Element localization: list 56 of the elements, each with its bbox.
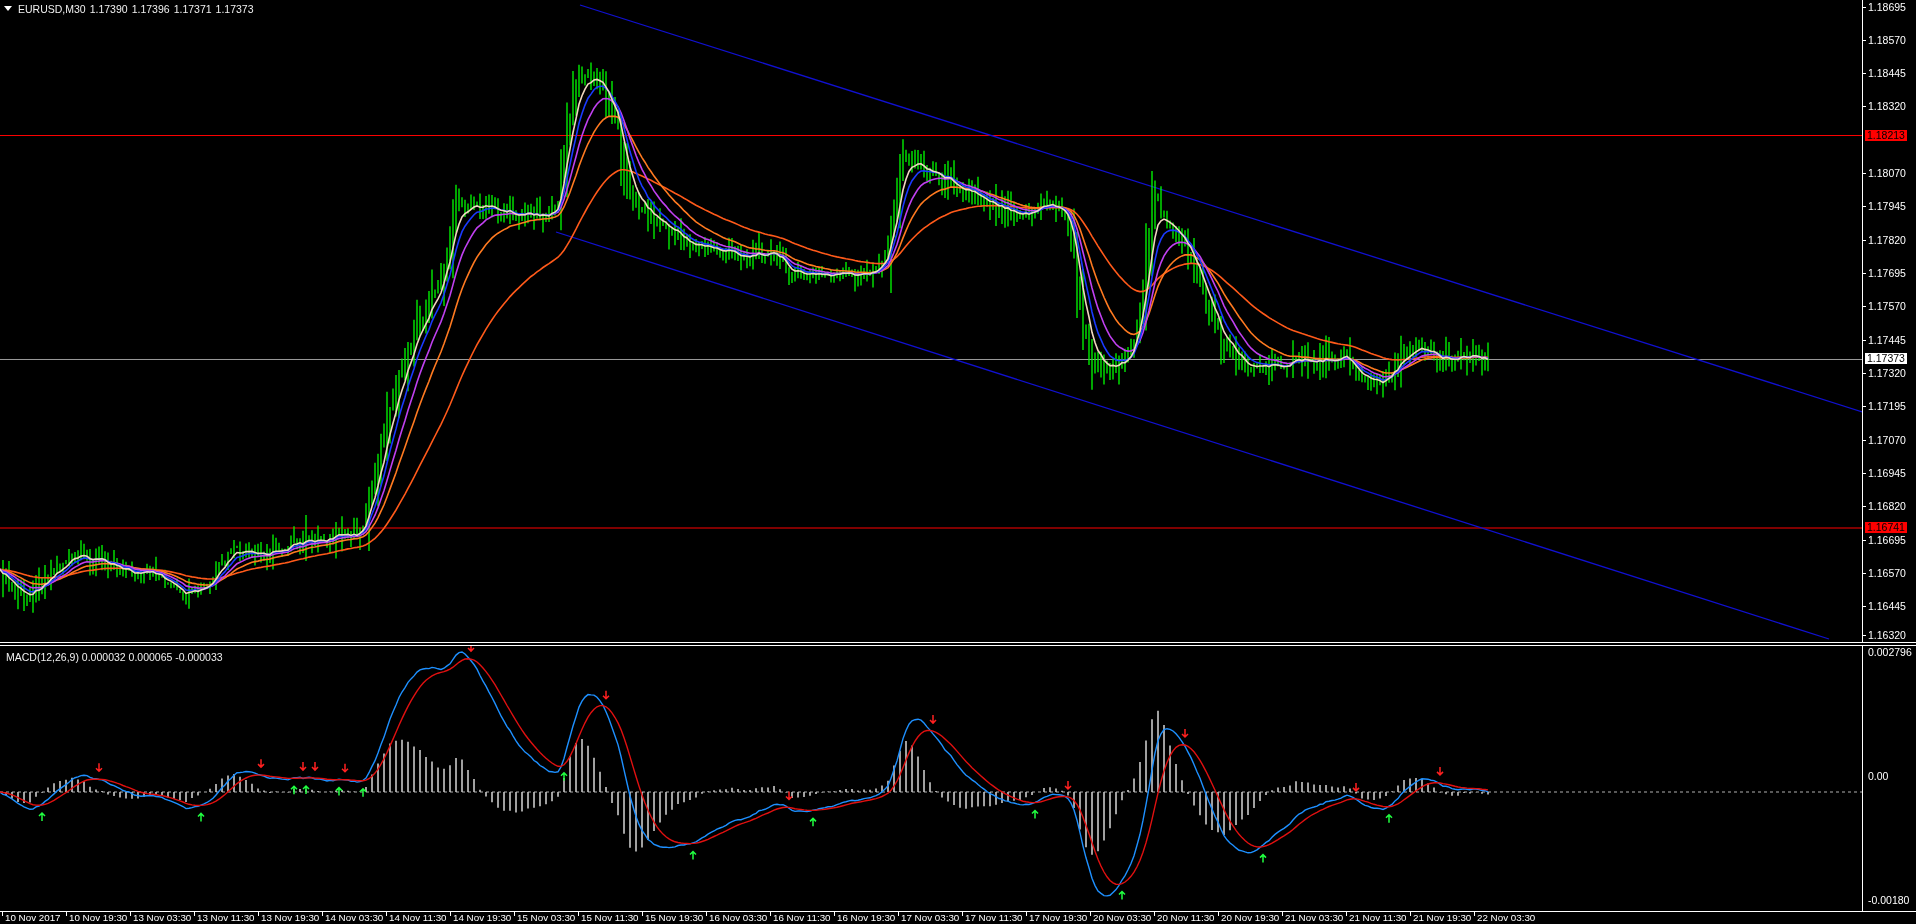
price-tick-label: 1.17695 [1863, 267, 1906, 281]
price-tick-label: 1.16695 [1863, 533, 1906, 547]
price-tick-label: 1.17320 [1863, 367, 1906, 381]
time-tick-label: 13 Nov 03:30 [130, 912, 194, 924]
price-tick-label: 1.16320 [1863, 629, 1906, 642]
time-tick-label: 21 Nov 03:30 [1282, 912, 1346, 924]
price-tick-label: 1.16945 [1863, 467, 1906, 481]
time-tick-label: 10 Nov 2017 [2, 912, 66, 924]
price-tag: 1.17373 [1865, 353, 1907, 365]
time-tick-label: 16 Nov 19:30 [834, 912, 898, 924]
price-tick-label: 1.17570 [1863, 300, 1906, 314]
price-tick-label: 1.18695 [1863, 0, 1906, 14]
time-tick-label: 15 Nov 19:30 [642, 912, 706, 924]
price-tick-label: 1.17820 [1863, 233, 1906, 247]
price-tick-label: 1.17445 [1863, 333, 1906, 347]
time-tick-label: 22 Nov 03:30 [1474, 912, 1538, 924]
time-tick-label: 10 Nov 19:30 [66, 912, 130, 924]
dropdown-triangle-icon[interactable] [4, 6, 12, 12]
price-value: 1.17373 [215, 3, 254, 15]
indicator-label: MACD(12,26,9) 0.000032 0.000065 -0.000033 [6, 650, 223, 663]
time-tick-label: 21 Nov 11:30 [1346, 912, 1410, 924]
price-value: 1.17396 [131, 3, 170, 15]
price-tick-label: 1.18445 [1863, 67, 1906, 81]
macd-tick-label: 0.002796 [1867, 645, 1913, 659]
price-tag: 1.18213 [1865, 129, 1907, 141]
price-tag: 1.16741 [1865, 522, 1907, 533]
time-tick-label: 20 Nov 19:30 [1218, 912, 1282, 924]
price-tick-label: 1.17195 [1863, 400, 1906, 414]
time-tick-label: 15 Nov 11:30 [578, 912, 642, 924]
time-tick-label: 21 Nov 19:30 [1410, 912, 1474, 924]
price-tick-label: 1.18570 [1863, 33, 1906, 47]
time-tick-label: 13 Nov 19:30 [258, 912, 322, 924]
time-tick-label: 16 Nov 03:30 [706, 912, 770, 924]
price-tick-label: 1.17945 [1863, 200, 1906, 214]
time-tick-label: 16 Nov 11:30 [770, 912, 834, 924]
time-tick-label: 13 Nov 11:30 [194, 912, 258, 924]
macd-tick-label: -0.00180 [1867, 894, 1911, 907]
price-value: 1.17390 [89, 3, 128, 15]
time-tick-label: 17 Nov 03:30 [898, 912, 962, 924]
time-tick-label: 17 Nov 19:30 [1026, 912, 1090, 924]
time-tick-label: 15 Nov 03:30 [514, 912, 578, 924]
time-tick-label: 14 Nov 11:30 [386, 912, 450, 924]
price-value: 1.17371 [173, 3, 212, 15]
price-tick-label: 1.17070 [1863, 433, 1906, 447]
price-tick-label: 1.18070 [1863, 167, 1906, 181]
price-tick-label: 1.16820 [1863, 500, 1906, 514]
time-tick-label: 20 Nov 11:30 [1154, 912, 1218, 924]
time-tick-label: 17 Nov 11:30 [962, 912, 1026, 924]
price-tick-label: 1.18320 [1863, 100, 1906, 114]
time-tick-label: 14 Nov 03:30 [322, 912, 386, 924]
time-tick-label: 20 Nov 03:30 [1090, 912, 1154, 924]
time-tick-label: 14 Nov 19:30 [450, 912, 514, 924]
price-tick-label: 1.16445 [1863, 600, 1906, 614]
price-tick-label: 1.16570 [1863, 567, 1906, 581]
symbol-label: EURUSD,M30 [18, 3, 86, 15]
macd-tick-label: 0.00 [1867, 769, 1890, 783]
